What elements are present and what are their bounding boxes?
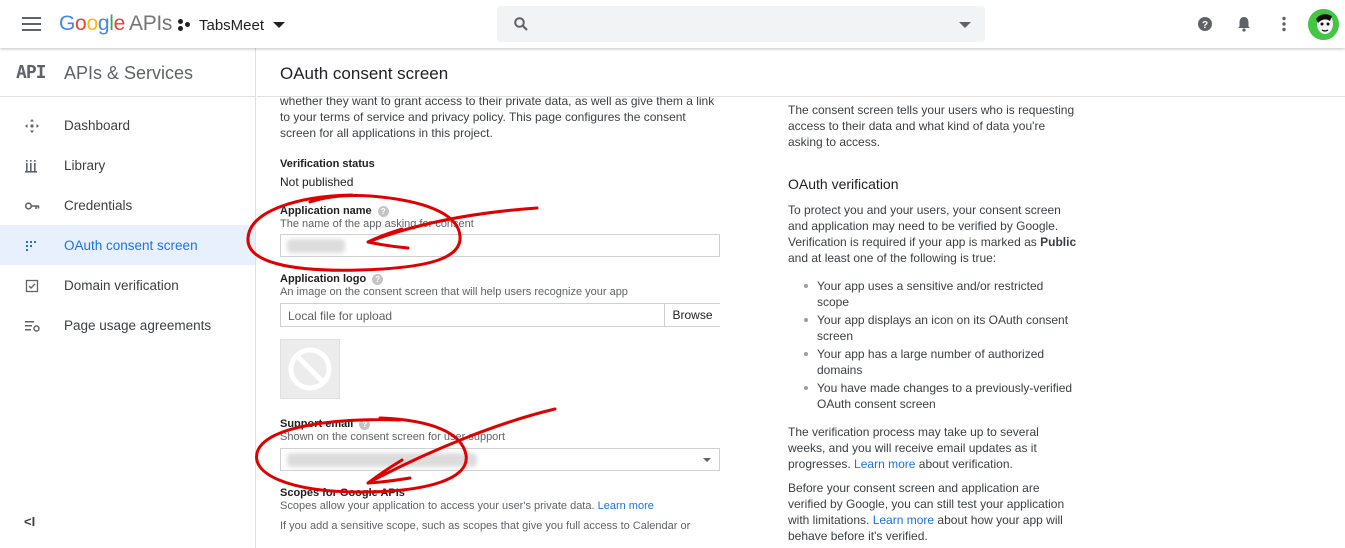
support-email-help: Shown on the consent screen for user sup… (280, 431, 506, 443)
page-title: OAuth consent screen (280, 64, 449, 83)
search-input[interactable] (497, 6, 985, 42)
sidebar-item-page-usage-agreements[interactable]: Page usage agreements (0, 305, 255, 345)
api-badge: API (16, 62, 46, 83)
app-name-help: The name of the app asking for consent (280, 218, 474, 230)
list-item: You have made changes to a previously-ve… (804, 380, 1078, 412)
search-icon (514, 17, 528, 31)
label-text: Scopes for Google APIs (280, 487, 405, 499)
consent-form: whether they want to grant access to the… (280, 97, 720, 548)
app-logo-label: Application logo ? (280, 273, 720, 285)
project-name: TabsMeet (199, 16, 265, 34)
public-emphasis: Public (1040, 235, 1077, 249)
file-upload-row: Local file for upload Browse (280, 303, 720, 327)
app-name-input[interactable] (280, 234, 720, 257)
info-para3: Before your consent screen and applicati… (788, 480, 1078, 544)
logo-letter: o (86, 12, 98, 35)
sidebar-item-label: Library (64, 157, 106, 173)
logo-preview (280, 339, 340, 399)
logo-letter: G (59, 12, 76, 35)
sidebar-item-label: Domain verification (64, 277, 179, 293)
top-bar: Google APIs TabsMeet ? (0, 0, 1345, 48)
info-para2-text-end: about verification. (918, 457, 1013, 471)
label-text: Verification status (280, 158, 375, 170)
label-text: Support email (280, 418, 354, 430)
label-text: Application logo (280, 273, 367, 285)
menu-icon[interactable] (22, 17, 41, 31)
avatar-image (1308, 9, 1339, 40)
sidebar-item-domain-verification[interactable]: Domain verification (0, 265, 255, 305)
scopes-help-text: Scopes allow your application to access … (280, 500, 595, 512)
info-para1-text-end: and at least one of the following is tru… (788, 251, 997, 265)
google-apis-logo[interactable]: Google APIs (59, 12, 172, 36)
verification-status-label: Verification status (280, 158, 720, 170)
check-box-icon (25, 279, 39, 293)
sidebar-item-oauth-consent-screen[interactable]: OAuth consent screen (0, 225, 255, 265)
more-vert-icon[interactable] (1274, 14, 1294, 34)
scopes-sensitive-text: If you add a sensitive scope, such as sc… (280, 520, 691, 532)
logo-letter: e (113, 12, 126, 35)
sidebar-item-label: Dashboard (64, 117, 131, 133)
collapse-sidebar-button[interactable]: <I (24, 514, 35, 529)
settings-list-icon (25, 321, 40, 332)
sidebar-item-label: Page usage agreements (64, 317, 212, 333)
chevron-down-icon (703, 458, 711, 462)
library-icon (25, 160, 37, 173)
scopes-label: Scopes for Google APIs (280, 487, 720, 499)
logo-suffix: APIs (128, 12, 173, 35)
app-name-label: Application name ? (280, 205, 720, 217)
project-selector[interactable]: TabsMeet (178, 14, 286, 36)
avatar[interactable] (1308, 9, 1339, 40)
info-para1: To protect you and your users, your cons… (788, 202, 1078, 266)
sidebar-item-dashboard[interactable]: Dashboard (0, 105, 255, 145)
project-icon (178, 18, 192, 32)
sidebar-item-credentials[interactable]: Credentials (0, 185, 255, 225)
help-icon[interactable]: ? (1195, 14, 1215, 34)
oauth-verification-heading: OAuth verification (788, 176, 899, 192)
list-item: Your app displays an icon on its OAuth c… (804, 312, 1078, 344)
sidebar-header: API APIs & Services (0, 48, 255, 97)
dashboard-icon (25, 119, 39, 133)
sidebar-item-label: Credentials (64, 197, 133, 213)
consent-icon (26, 241, 36, 251)
svg-text:?: ? (1202, 20, 1208, 31)
info-para1-text: To protect you and your users, your cons… (788, 203, 1061, 249)
notifications-icon[interactable] (1234, 14, 1254, 34)
verification-status-value: Not published (280, 175, 354, 189)
verification-learn-more-link[interactable]: Learn more (854, 457, 915, 471)
help-icon[interactable]: ? (377, 205, 389, 217)
app-logo-help: An image on the consent screen that will… (280, 286, 628, 298)
key-icon (24, 202, 40, 210)
scopes-learn-more-link[interactable]: Learn more (598, 500, 654, 512)
search-dropdown-icon[interactable] (959, 22, 971, 28)
sidebar-title: APIs & Services (64, 63, 194, 83)
list-item: Your app uses a sensitive and/or restric… (804, 278, 1078, 310)
testing-learn-more-link[interactable]: Learn more (873, 513, 934, 527)
sidebar: API APIs & Services Dashboard Library Cr… (0, 48, 256, 548)
requirements-list: Your app uses a sensitive and/or restric… (788, 278, 1078, 412)
redacted-value (287, 239, 345, 253)
no-image-icon (288, 347, 332, 391)
help-icon[interactable]: ? (359, 418, 371, 430)
redacted-value (287, 453, 477, 467)
help-icon[interactable]: ? (372, 273, 384, 285)
list-item: Your app has a large number of authorize… (804, 346, 1078, 378)
chevron-down-icon (273, 22, 286, 28)
label-text: Application name (280, 205, 372, 217)
file-input[interactable]: Local file for upload (280, 303, 665, 327)
info-para2: The verification process may take up to … (788, 424, 1078, 472)
support-email-label: Support email ? (280, 418, 720, 430)
scopes-help: Scopes allow your application to access … (280, 499, 720, 513)
logo-letter: g (97, 12, 110, 35)
sidebar-item-library[interactable]: Library (0, 145, 255, 185)
sidebar-item-label: OAuth consent screen (64, 237, 198, 253)
info-intro: The consent screen tells your users who … (788, 103, 1075, 149)
support-email-select[interactable] (280, 448, 720, 471)
page-header: OAuth consent screen (257, 48, 1345, 97)
intro-text: whether they want to grant access to the… (280, 97, 715, 140)
info-panel: The consent screen tells your users who … (788, 97, 1078, 548)
browse-button[interactable]: Browse (665, 303, 720, 327)
logo-letter: o (75, 12, 87, 35)
